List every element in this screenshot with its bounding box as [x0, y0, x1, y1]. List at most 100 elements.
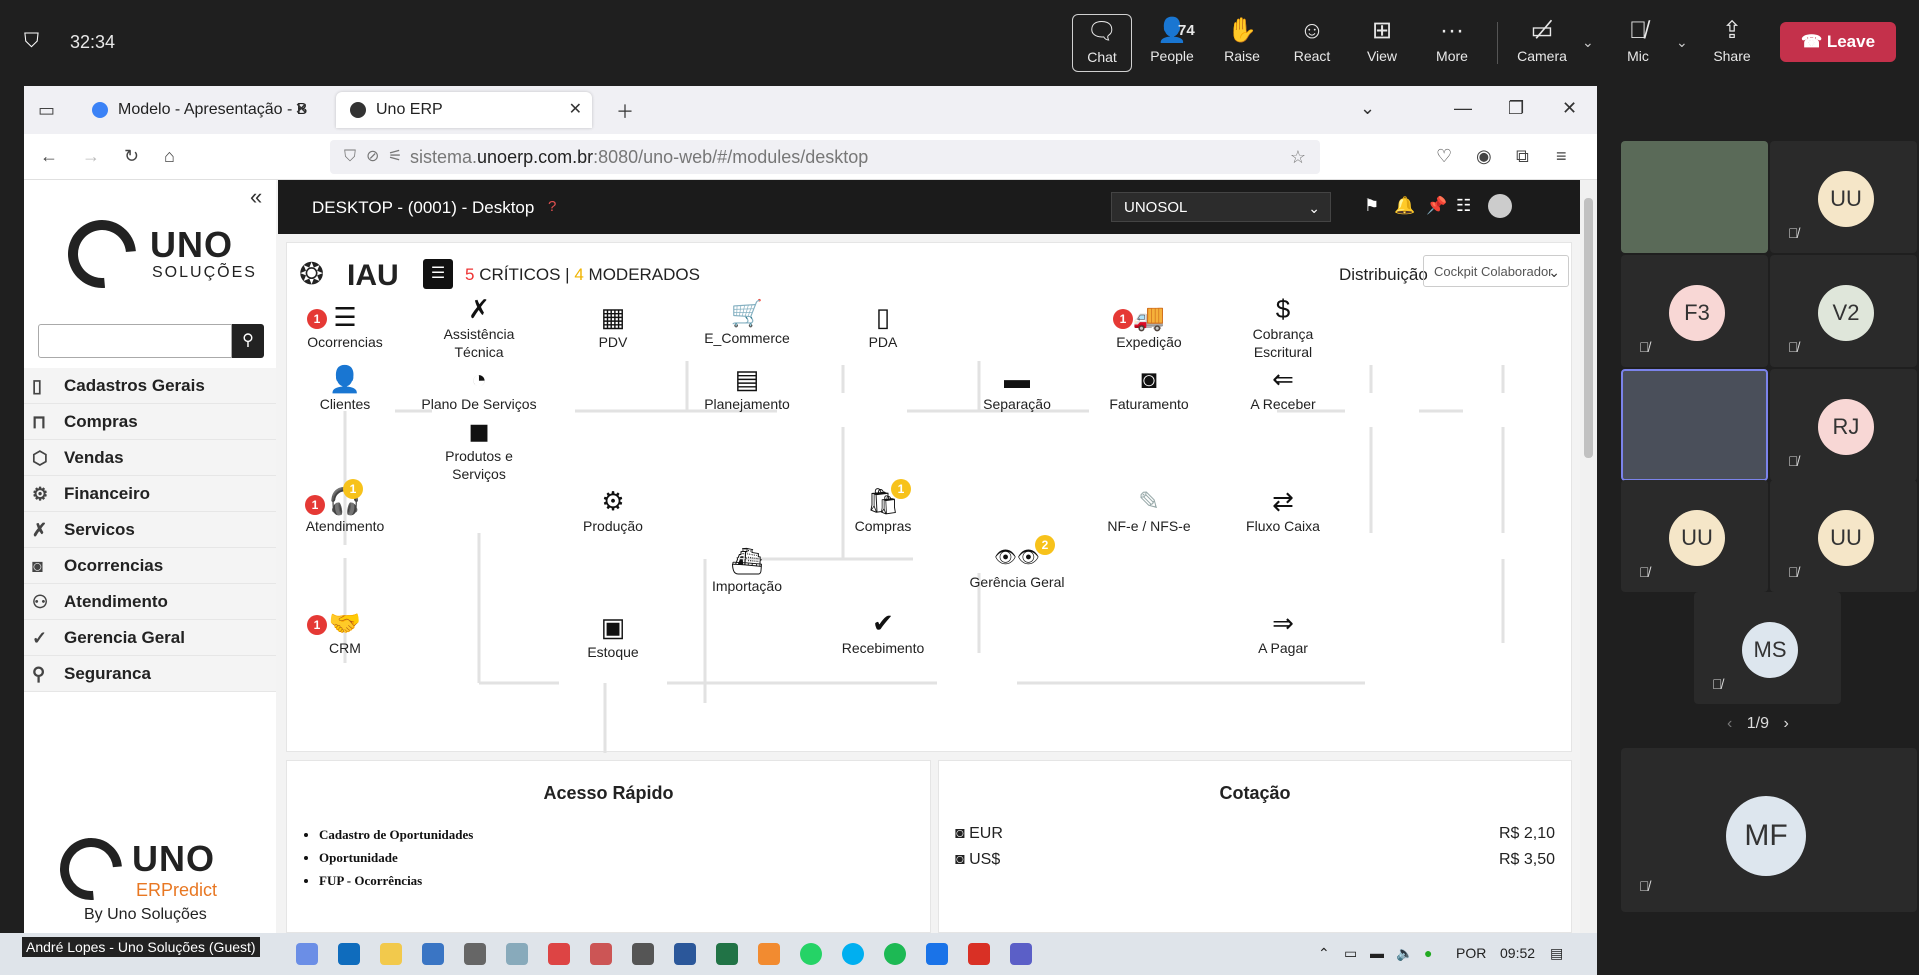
- sidebar-item-ocorrencias[interactable]: ◙ Ocorrencias: [24, 548, 276, 584]
- language-indicator[interactable]: POR: [1456, 945, 1486, 961]
- participant-video-tile-active-speaker[interactable]: [1621, 369, 1768, 481]
- address-bar[interactable]: ⛉ ⊘ ⚟ sistema.unoerp.com.br:8080/uno-web…: [330, 140, 1320, 174]
- whatsapp-icon[interactable]: [800, 943, 822, 965]
- node-produtos-e-servicos[interactable]: ◼ Produtos e Serviços: [419, 415, 539, 483]
- node-a-receber[interactable]: ⇐ A Receber: [1223, 363, 1343, 413]
- pdf-icon[interactable]: [968, 943, 990, 965]
- list-item[interactable]: Cadastro de Oportunidades: [319, 827, 473, 850]
- node-expedicao[interactable]: 🚚 Expedição 1: [1089, 301, 1209, 351]
- node-faturamento[interactable]: ◙ Faturamento: [1089, 363, 1209, 413]
- node-gerencia-geral[interactable]: 👁👁 Gerência Geral 2: [957, 535, 1077, 591]
- battery-icon[interactable]: ▬: [1370, 945, 1384, 961]
- spotify-icon[interactable]: [884, 943, 906, 965]
- sidebar-item-servicos[interactable]: ✗ Servicos: [24, 512, 276, 548]
- node-pda[interactable]: ▯ PDA: [823, 301, 943, 351]
- chat-button[interactable]: 🗨 Chat: [1072, 14, 1132, 72]
- share-button[interactable]: ⇪ Share: [1702, 14, 1762, 72]
- copilot-icon[interactable]: [296, 943, 318, 965]
- pocket-icon[interactable]: ♡: [1436, 146, 1452, 167]
- chevron-left-icon[interactable]: ‹: [1727, 715, 1732, 732]
- raise-button[interactable]: ✋ Raise: [1212, 14, 1272, 72]
- node-assistencia-tecnica[interactable]: ✗ Assistência Técnica: [419, 293, 539, 361]
- camera-button[interactable]: ▭̸ Camera: [1512, 14, 1572, 72]
- tab-modelo[interactable]: Modelo - Apresentação - B ✕: [78, 92, 318, 128]
- node-plano-de-servicos[interactable]: ◔ Plano De Serviços: [411, 363, 547, 413]
- close-window-icon[interactable]: ✕: [1562, 98, 1577, 119]
- file-explorer-icon[interactable]: [380, 943, 402, 965]
- word-icon[interactable]: [674, 943, 696, 965]
- tab-overflow-chevron-icon[interactable]: ⌄: [1360, 98, 1375, 119]
- bookmark-star-icon[interactable]: ☆: [1290, 140, 1306, 174]
- search-button[interactable]: ⚲: [232, 324, 264, 358]
- help-icon[interactable]: ?: [548, 198, 556, 215]
- sidebar-search-input[interactable]: [38, 324, 232, 358]
- node-atendimento[interactable]: 🎧 Atendimento 1 1: [285, 479, 405, 535]
- node-producao[interactable]: ⚙ Produção: [553, 485, 673, 535]
- sidebar-item-vendas[interactable]: ⬡ Vendas: [24, 440, 276, 476]
- view-button[interactable]: ⊞ View: [1352, 14, 1412, 72]
- list-item[interactable]: FUP - Ocorrências: [319, 873, 473, 896]
- forward-icon[interactable]: →: [82, 146, 100, 167]
- volume-icon[interactable]: 🔈: [1396, 945, 1413, 962]
- tab-list-icon[interactable]: ▭: [38, 100, 55, 121]
- leave-button[interactable]: ☎ Leave: [1780, 22, 1896, 62]
- clock[interactable]: 09:52: [1500, 945, 1535, 961]
- outlook-icon[interactable]: [338, 943, 360, 965]
- node-planejamento[interactable]: ▤ Planejamento: [687, 363, 807, 413]
- app-icon[interactable]: [590, 943, 612, 965]
- close-tab-icon[interactable]: ✕: [295, 92, 308, 128]
- scrollbar[interactable]: [1580, 180, 1597, 933]
- node-pdv[interactable]: ▦ PDV: [553, 301, 673, 351]
- app-icon[interactable]: [758, 943, 780, 965]
- back-icon[interactable]: ←: [40, 146, 58, 167]
- node-cobranca-escritural[interactable]: $ Cobrança Escritural: [1223, 293, 1343, 361]
- extensions-icon[interactable]: ⧉: [1516, 146, 1529, 167]
- avatar[interactable]: [1488, 194, 1512, 218]
- node-ecommerce[interactable]: 🛒 E_Commerce: [687, 297, 807, 347]
- node-estoque[interactable]: ▣ Estoque: [553, 611, 673, 661]
- more-button[interactable]: ··· More: [1422, 14, 1482, 72]
- sidebar-item-financeiro[interactable]: ⚙ Financeiro: [24, 476, 276, 512]
- node-clientes[interactable]: 👤 Clientes: [285, 363, 405, 413]
- camera-options-chevron-icon[interactable]: ⌄: [1582, 34, 1594, 51]
- node-nfe-nfse[interactable]: ✎ NF-e / NFS-e: [1089, 485, 1209, 535]
- react-button[interactable]: ☺ React: [1282, 14, 1342, 72]
- collapse-sidebar-icon[interactable]: «: [250, 184, 262, 210]
- participant-tile[interactable]: UU 🎙̸: [1770, 480, 1917, 592]
- home-icon[interactable]: ⌂: [164, 146, 175, 167]
- pin-icon[interactable]: 📌: [1426, 196, 1447, 216]
- sidebar-item-compras[interactable]: ⊓ Compras: [24, 404, 276, 440]
- display-icon[interactable]: [632, 943, 654, 965]
- node-recebimento[interactable]: ✔ Recebimento: [823, 607, 943, 657]
- sidebar-item-cadastros-gerais[interactable]: ▯ Cadastros Gerais: [24, 368, 276, 404]
- node-compras[interactable]: 🛍 Compras 1: [823, 479, 943, 535]
- minimize-icon[interactable]: —: [1454, 98, 1472, 119]
- teams-icon[interactable]: [1010, 943, 1032, 965]
- participant-tile[interactable]: RJ 🎙̸: [1770, 369, 1917, 481]
- chevron-right-icon[interactable]: ›: [1783, 715, 1788, 732]
- remote-desktop-icon[interactable]: [926, 943, 948, 965]
- sidebar-item-seguranca[interactable]: ⚲ Seguranca: [24, 656, 276, 692]
- paint-icon[interactable]: [506, 943, 528, 965]
- excel-icon[interactable]: [716, 943, 738, 965]
- participant-tile[interactable]: UU 🎙̸: [1770, 141, 1917, 253]
- node-crm[interactable]: 🤝 CRM 1: [285, 607, 405, 657]
- chevron-up-icon[interactable]: ⌃: [1318, 945, 1330, 962]
- notifications-icon[interactable]: ▤: [1550, 945, 1563, 962]
- node-importacao[interactable]: ⛴ Importação: [687, 545, 807, 595]
- new-tab-icon[interactable]: ＋: [616, 98, 634, 124]
- node-ocorrencias[interactable]: ☰ Ocorrencias 1: [285, 301, 405, 351]
- people-button[interactable]: 👤 74 People: [1142, 14, 1202, 72]
- node-separacao[interactable]: ▬ Separação: [957, 363, 1077, 413]
- sync-icon[interactable]: ●: [1424, 945, 1432, 961]
- tab-uno-erp[interactable]: Uno ERP ✕: [336, 92, 592, 128]
- account-icon[interactable]: ◉: [1476, 146, 1492, 167]
- list-icon[interactable]: ☷: [1456, 196, 1471, 216]
- mic-button[interactable]: 🎙̸ Mic: [1608, 14, 1668, 72]
- node-a-pagar[interactable]: ⇒ A Pagar: [1223, 607, 1343, 657]
- mic-options-chevron-icon[interactable]: ⌄: [1676, 34, 1688, 51]
- flag-icon[interactable]: ⚑: [1364, 196, 1379, 216]
- node-fluxo-caixa[interactable]: ⇄ Fluxo Caixa: [1223, 485, 1343, 535]
- participant-tile[interactable]: UU 🎙̸: [1621, 480, 1768, 592]
- list-item[interactable]: Oportunidade: [319, 850, 473, 873]
